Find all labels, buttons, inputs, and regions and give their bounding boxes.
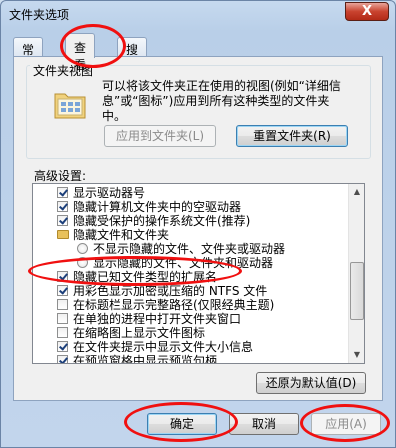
checkbox[interactable] [57,187,68,198]
scroll-down-arrow-icon[interactable]: ▼ [349,347,364,363]
radio-button[interactable] [77,243,88,254]
restore-defaults-button[interactable]: 还原为默认值(D) [256,372,366,394]
checkbox[interactable] [57,355,68,363]
list-item[interactable]: 用彩色显示加密或压缩的 NTFS 文件 [33,284,349,298]
checkbox[interactable] [57,285,68,296]
list-item-label: 在单独的进程中打开文件夹窗口 [73,312,242,326]
list-item-label: 在文件夹提示中显示文件大小信息 [73,340,254,354]
list-item[interactable]: 在文件夹提示中显示文件大小信息 [33,340,349,354]
checkbox[interactable] [57,299,68,310]
title-bar: 文件夹选项 X [1,1,395,27]
folder-icon [57,230,69,239]
ok-button[interactable]: 确定 [147,413,217,435]
view-tab-panel: 文件夹视图 可以将该文件夹正在使用的视图(例如“详细信息”或“图标”)应用到所有… [13,56,383,401]
list-item[interactable]: 在预览窗格中显示预览句柄 [33,354,349,364]
tab-view[interactable]: 查看 [65,33,96,72]
vertical-scrollbar[interactable]: ▲ ▼ [348,184,364,363]
folder-view-legend: 文件夹视图 [30,62,97,79]
checkbox[interactable] [57,271,68,282]
checkbox[interactable] [57,313,68,324]
folder-options-dialog: 文件夹选项 X 常规 查看 搜索 文件夹视图 可以将该文件夹正在使用的视图(例如… [0,0,396,448]
checkbox[interactable] [57,215,68,226]
list-item-label: 在预览窗格中显示预览句柄 [73,354,218,364]
list-item-label: 用彩色显示加密或压缩的 NTFS 文件 [73,284,268,298]
apply-to-folders-button[interactable]: 应用到文件夹(L) [104,125,216,147]
checkbox[interactable] [57,327,68,338]
list-item-label: 隐藏已知文件类型的扩展名 [73,270,218,284]
list-item[interactable]: 隐藏已知文件类型的扩展名 [33,270,349,284]
list-item-label: 不显示隐藏的文件、文件夹或驱动器 [93,242,286,256]
cancel-button[interactable]: 取消 [229,413,299,435]
list-item[interactable]: 在缩略图上显示文件图标 [33,326,349,340]
list-item[interactable]: 显示隐藏的文件、文件夹和驱动器 [33,256,349,270]
list-item[interactable]: 不显示隐藏的文件、文件夹或驱动器 [33,242,349,256]
tab-general[interactable]: 常规 [13,37,44,74]
list-item[interactable]: 显示驱动器号 [33,186,349,200]
tab-search[interactable]: 搜索 [117,37,148,74]
list-item-label: 在缩略图上显示文件图标 [73,326,206,340]
radio-button[interactable] [77,257,88,268]
apply-button[interactable]: 应用(A) [311,413,381,435]
list-item-label: 隐藏计算机文件夹中的空驱动器 [73,200,242,214]
list-item-label: 在标题栏显示完整路径(仅限经典主题) [73,298,275,312]
window-title: 文件夹选项 [9,8,70,22]
scroll-up-arrow-icon[interactable]: ▲ [349,184,364,200]
reset-folders-button[interactable]: 重置文件夹(R) [236,125,348,147]
scrollbar-thumb[interactable] [350,262,364,320]
list-item[interactable]: 隐藏计算机文件夹中的空驱动器 [33,200,349,214]
list-item[interactable]: 隐藏受保护的操作系统文件(推荐) [33,214,349,228]
list-item-label: 显示驱动器号 [73,186,146,200]
advanced-settings-list[interactable]: 显示驱动器号 隐藏计算机文件夹中的空驱动器 隐藏受保护的操作系统文件(推荐) 隐… [32,183,365,364]
list-item-label: 隐藏受保护的操作系统文件(推荐) [73,214,251,228]
close-button[interactable]: X [345,2,389,21]
folder-view-icon [54,93,86,119]
list-item[interactable]: 在单独的进程中打开文件夹窗口 [33,312,349,326]
list-item-label: 显示隐藏的文件、文件夹和驱动器 [93,256,274,270]
advanced-settings-label: 高级设置: [34,169,87,183]
checkbox[interactable] [57,341,68,352]
folder-view-description: 可以将该文件夹正在使用的视图(例如“详细信息”或“图标”)应用到所有这种类型的文… [102,79,341,123]
list-item[interactable]: 在标题栏显示完整路径(仅限经典主题) [33,298,349,312]
list-item-label: 隐藏文件和文件夹 [73,228,170,242]
list-item-group: 隐藏文件和文件夹 [33,228,349,242]
checkbox[interactable] [57,201,68,212]
